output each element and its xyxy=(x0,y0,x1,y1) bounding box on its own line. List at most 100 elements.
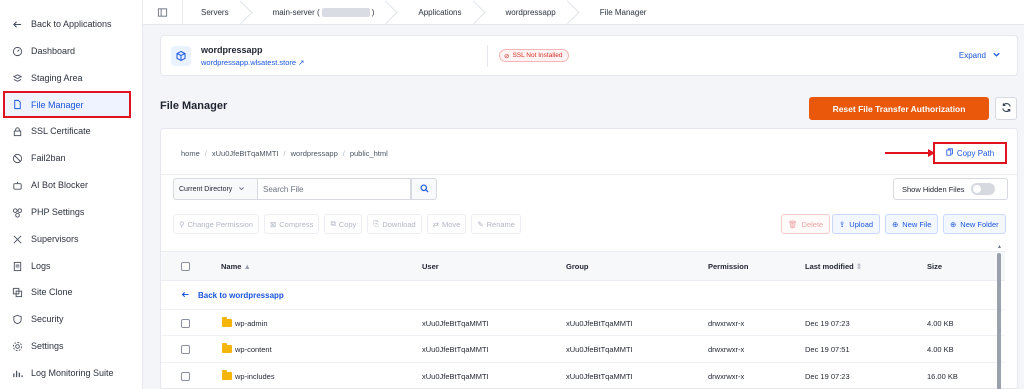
sidebar-item-label: SSL Certificate xyxy=(31,126,91,136)
new-file-label: New File xyxy=(902,219,932,229)
path-segment[interactable]: xUu0JfeBtTqaMMTI xyxy=(212,149,279,158)
breadcrumb-servers[interactable]: Servers xyxy=(183,0,255,25)
search-scope-select[interactable]: Current Directory xyxy=(173,178,257,200)
file-size: 16.00 KB xyxy=(927,372,958,381)
cube-icon xyxy=(171,46,191,66)
file-name[interactable]: wp-admin xyxy=(235,319,268,328)
file-modified: Dec 19 07:51 xyxy=(805,345,850,354)
breadcrumb-servers-label: Servers xyxy=(201,7,229,17)
file-size: 4.00 KB xyxy=(927,319,954,328)
sidebar-item-dashboard[interactable]: Dashboard xyxy=(7,40,133,62)
sidebar-item-ssl[interactable]: SSL Certificate xyxy=(7,120,133,142)
table-row[interactable]: wp-includes xUu0JfeBtTqaMMTI xUu0JfeBtTq… xyxy=(161,362,1005,389)
show-hidden-files-toggle[interactable]: Show Hidden Files xyxy=(893,178,1008,200)
file-name[interactable]: wp-content xyxy=(235,345,272,354)
sidebar-item-fail2ban[interactable]: Fail2ban xyxy=(7,147,133,169)
breadcrumb-applications-label: Applications xyxy=(418,7,462,17)
path-segment[interactable]: home xyxy=(181,149,200,158)
new-file-button[interactable]: ⊕ New File xyxy=(885,214,939,234)
breadcrumb-server-label: main-server ( xyxy=(272,7,320,17)
divider xyxy=(161,174,1017,175)
select-all-checkbox[interactable] xyxy=(181,262,190,271)
scrollbar[interactable] xyxy=(997,253,1001,389)
column-header-name[interactable]: Name ▲ xyxy=(221,262,251,271)
copy-path-button[interactable]: Copy Path xyxy=(933,142,1007,164)
path-separator: / xyxy=(342,149,345,158)
row-checkbox[interactable] xyxy=(181,345,190,354)
copy-path-label: Copy Path xyxy=(956,148,995,158)
ssl-status-label: SSL Not Installed xyxy=(512,52,563,59)
breadcrumb-applications[interactable]: Applications xyxy=(400,0,487,25)
annotation-arrow xyxy=(885,149,935,157)
refresh-icon xyxy=(1001,102,1012,115)
compress-icon: ⊠ xyxy=(269,219,277,229)
ssl-status-badge: ⊘ SSL Not Installed xyxy=(499,49,570,62)
rename-button[interactable]: ✎ Rename xyxy=(471,214,521,234)
scroll-up-icon[interactable]: ▲ xyxy=(997,244,1002,250)
search-placeholder: Search File xyxy=(263,184,304,194)
move-label: Move xyxy=(441,219,461,229)
back-to-parent-link[interactable]: Back to wordpressapp xyxy=(181,290,284,301)
sidebar-item-staging[interactable]: Staging Area xyxy=(7,67,133,89)
breadcrumb-app-label: wordpressapp xyxy=(505,7,556,17)
sidebar-item-site-clone[interactable]: Site Clone xyxy=(7,281,133,303)
search-icon xyxy=(419,183,429,195)
upload-icon: ⇪ xyxy=(839,219,846,229)
sidebar-item-log-monitoring[interactable]: Log Monitoring Suite xyxy=(7,362,133,384)
upload-label: Upload xyxy=(849,219,874,229)
new-folder-button[interactable]: ⊕ New Folder xyxy=(943,214,1006,234)
file-group: xUu0JfeBtTqaMMTI xyxy=(566,372,633,381)
layers-icon xyxy=(11,72,23,84)
app-url-link[interactable]: wordpressapp.wlsatest.store ↗ xyxy=(201,58,304,67)
back-to-parent-label: Back to wordpressapp xyxy=(198,291,284,300)
move-button[interactable]: ⇄ Move xyxy=(426,214,467,234)
path-segment[interactable]: wordpressapp xyxy=(291,149,338,158)
lock-icon xyxy=(11,125,23,137)
rename-label: Rename xyxy=(486,219,515,229)
sidebar-toggle-icon[interactable] xyxy=(143,0,183,25)
column-label: Name xyxy=(221,262,242,271)
new-folder-label: New Folder xyxy=(960,219,999,229)
file-user: xUu0JfeBtTqaMMTI xyxy=(422,372,489,381)
show-hidden-files-label: Show Hidden Files xyxy=(902,184,965,194)
delete-button[interactable]: 🗑 Delete xyxy=(781,214,831,234)
download-button[interactable]: ⎘ Download xyxy=(367,214,422,234)
breadcrumb-app[interactable]: wordpressapp xyxy=(488,0,582,25)
copy-button[interactable]: ⧉ Copy xyxy=(324,214,363,234)
table-row[interactable]: wp-admin xUu0JfeBtTqaMMTI xUu0JfeBtTqaMM… xyxy=(161,309,1005,336)
sidebar-item-label: AI Bot Blocker xyxy=(31,180,89,190)
file-permission: drwxrwxr-x xyxy=(708,345,745,354)
file-toolbar: ⚲ Change Permission ⊠ Compress ⧉ Copy ⎘ Down… xyxy=(173,214,521,234)
change-permission-button[interactable]: ⚲ Change Permission xyxy=(173,214,259,234)
sidebar-item-settings[interactable]: Settings xyxy=(7,335,133,357)
row-checkbox[interactable] xyxy=(181,372,190,381)
column-header-last-modified[interactable]: Last modified ⇕ xyxy=(805,262,862,271)
sidebar-item-logs[interactable]: Logs xyxy=(7,255,133,277)
refresh-button[interactable] xyxy=(995,97,1017,120)
sidebar-item-ai-bot-blocker[interactable]: AI Bot Blocker xyxy=(7,174,133,196)
download-label: Download xyxy=(382,219,416,229)
sidebar-item-php-settings[interactable]: PHP Settings xyxy=(7,201,133,223)
sidebar-item-file-manager[interactable]: File Manager xyxy=(3,91,131,118)
reset-authorization-button[interactable]: Reset File Transfer Authorization xyxy=(809,97,989,120)
upload-button[interactable]: ⇪ Upload xyxy=(832,214,881,234)
compress-button[interactable]: ⊠ Compress xyxy=(263,214,320,234)
sidebar-item-supervisors[interactable]: Supervisors xyxy=(7,228,133,250)
sidebar-item-back[interactable]: Back to Applications xyxy=(7,13,133,35)
path-separator: / xyxy=(204,149,207,158)
table-row[interactable]: wp-content xUu0JfeBtTqaMMTI xUu0JfeBtTqa… xyxy=(161,335,1005,362)
file-name[interactable]: wp-includes xyxy=(235,372,275,381)
sidebar-item-label: Logs xyxy=(31,261,51,271)
search-button[interactable] xyxy=(411,178,437,200)
breadcrumb-server[interactable]: main-server () xyxy=(255,0,401,25)
toggle-switch[interactable] xyxy=(970,183,995,195)
compress-label: Compress xyxy=(279,219,314,229)
chevron-down-icon xyxy=(992,50,1001,61)
file-group: xUu0JfeBtTqaMMTI xyxy=(566,319,633,328)
search-input[interactable]: Search File xyxy=(257,178,411,200)
expand-button[interactable]: Expand xyxy=(959,50,1001,61)
row-checkbox[interactable] xyxy=(181,319,190,328)
path-segment[interactable]: public_html xyxy=(350,149,388,158)
sidebar-item-security[interactable]: Security xyxy=(7,308,133,330)
arrow-left-icon xyxy=(181,290,190,301)
